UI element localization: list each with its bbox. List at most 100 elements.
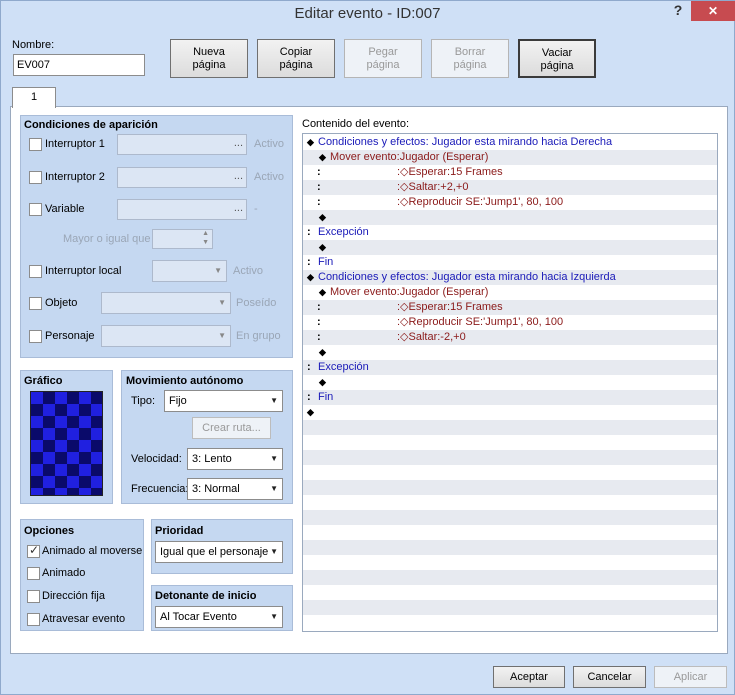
event-command-row[interactable]: : Excepción xyxy=(303,360,717,375)
option-step-anim-checkbox[interactable] xyxy=(27,567,40,580)
event-editor-window: Editar evento - ID:007 ? ✕ Nombre: EV007… xyxy=(0,0,735,695)
event-command-row[interactable] xyxy=(303,570,717,585)
variable-value-spinner[interactable]: ▲ ▼ xyxy=(152,229,213,249)
option-dir-fix-checkbox[interactable] xyxy=(27,590,40,603)
event-command-row[interactable]: : Fin xyxy=(303,390,717,405)
event-command-row[interactable] xyxy=(303,585,717,600)
actor-label: Personaje xyxy=(45,330,95,342)
event-command-row[interactable] xyxy=(303,540,717,555)
switch2-suffix: Activo xyxy=(254,171,284,183)
row-text: Fin xyxy=(318,391,334,403)
row-text: :◇Saltar:+2,+0 xyxy=(397,181,469,193)
event-commands-list[interactable]: ◆ Condiciones y efectos: Jugador esta mir… xyxy=(302,133,718,632)
row-marker: : xyxy=(307,361,311,373)
event-command-row[interactable]: ◆ xyxy=(303,405,717,420)
event-command-row[interactable] xyxy=(303,525,717,540)
trigger-dropdown[interactable]: Al Tocar Evento ▼ xyxy=(155,606,283,628)
row-marker: : xyxy=(317,331,321,343)
chevron-down-icon: ▼ xyxy=(270,396,278,405)
self-switch-checkbox[interactable] xyxy=(29,265,42,278)
actor-dropdown[interactable]: ▼ xyxy=(101,325,231,347)
event-command-row[interactable]: ◆ Condiciones y efectos: Jugador esta mir… xyxy=(303,270,717,285)
event-command-row[interactable] xyxy=(303,510,717,525)
copy-page-label-2: página xyxy=(279,59,313,71)
item-checkbox[interactable] xyxy=(29,297,42,310)
switch2-field[interactable]: ... xyxy=(117,167,247,188)
row-text: :◇Reproducir SE:'Jump1', 80, 100 xyxy=(397,196,564,208)
chevron-down-icon: ▼ xyxy=(270,547,278,556)
apply-button[interactable]: Aplicar xyxy=(654,666,727,688)
event-command-row[interactable]: ::◇Esperar:15 Frames xyxy=(303,300,717,315)
event-command-row[interactable]: ◆ xyxy=(303,210,717,225)
switch2-label: Interruptor 2 xyxy=(45,171,105,183)
event-command-row[interactable]: ::◇Reproducir SE:'Jump1', 80, 100 xyxy=(303,195,717,210)
event-command-row[interactable]: ◆ Mover evento:Jugador (Esperar) xyxy=(303,150,717,165)
move-type-label: Tipo: xyxy=(131,395,156,407)
event-command-row[interactable]: : Fin xyxy=(303,255,717,270)
actor-checkbox[interactable] xyxy=(29,330,42,343)
event-command-row[interactable] xyxy=(303,435,717,450)
event-command-row[interactable]: ::◇Reproducir SE:'Jump1', 80, 100 xyxy=(303,315,717,330)
row-text: Mover evento:Jugador (Esperar) xyxy=(330,286,489,298)
event-command-row[interactable] xyxy=(303,555,717,570)
variable-checkbox[interactable] xyxy=(29,203,42,216)
row-text: :◇Esperar:15 Frames xyxy=(397,301,503,313)
cancel-button[interactable]: Cancelar xyxy=(573,666,646,688)
variable-dots: ... xyxy=(233,202,243,214)
move-type-dropdown[interactable]: Fijo ▼ xyxy=(164,390,283,412)
event-command-row[interactable]: ◆ Mover evento:Jugador (Esperar) xyxy=(303,285,717,300)
frequency-dropdown[interactable]: 3: Normal ▼ xyxy=(187,478,283,500)
event-command-row[interactable] xyxy=(303,450,717,465)
item-dropdown[interactable]: ▼ xyxy=(101,292,231,314)
event-command-row[interactable] xyxy=(303,420,717,435)
option-walk-anim-checkbox[interactable] xyxy=(27,543,40,558)
self-switch-dropdown[interactable]: ▼ xyxy=(152,260,227,282)
speed-dropdown[interactable]: 3: Lento ▼ xyxy=(187,448,283,470)
switch2-checkbox[interactable] xyxy=(29,171,42,184)
delete-page-button[interactable]: Borrar página xyxy=(431,39,509,78)
event-command-row[interactable] xyxy=(303,495,717,510)
spin-down-icon[interactable]: ▼ xyxy=(202,239,209,246)
speed-value: 3: Lento xyxy=(192,453,232,465)
event-command-row[interactable]: ◆ xyxy=(303,240,717,255)
row-marker: ◆ xyxy=(307,137,314,147)
spin-up-icon[interactable]: ▲ xyxy=(202,230,209,237)
tab-page-1[interactable]: 1 xyxy=(12,87,56,108)
copy-page-button[interactable]: Copiar página xyxy=(257,39,335,78)
event-command-row[interactable]: ◆ xyxy=(303,375,717,390)
event-command-row[interactable] xyxy=(303,465,717,480)
chevron-down-icon: ▼ xyxy=(214,266,222,275)
frequency-label: Frecuencia: xyxy=(131,483,189,495)
event-command-row[interactable]: : Excepción xyxy=(303,225,717,240)
priority-dropdown[interactable]: Igual que el personaje ▼ xyxy=(155,541,283,563)
name-field[interactable]: EV007 xyxy=(13,54,145,76)
clear-page-button[interactable]: Vaciar página xyxy=(518,39,596,78)
event-command-row[interactable]: ◆ xyxy=(303,345,717,360)
event-command-row[interactable] xyxy=(303,600,717,615)
copy-page-label-1: Copiar xyxy=(279,46,313,58)
new-page-button[interactable]: Nueva página xyxy=(170,39,248,78)
event-command-row[interactable]: ::◇Saltar:-2,+0 xyxy=(303,330,717,345)
create-route-button[interactable]: Crear ruta... xyxy=(192,417,271,439)
chevron-down-icon: ▼ xyxy=(218,298,226,307)
event-command-row[interactable]: ::◇Saltar:+2,+0 xyxy=(303,180,717,195)
event-command-row[interactable] xyxy=(303,480,717,495)
close-button[interactable]: ✕ xyxy=(691,1,735,21)
variable-field[interactable]: ... xyxy=(117,199,247,220)
autonomous-title: Movimiento autónomo xyxy=(126,375,244,387)
ok-button[interactable]: Aceptar xyxy=(493,666,565,688)
speed-label: Velocidad: xyxy=(131,453,182,465)
chevron-down-icon: ▼ xyxy=(270,484,278,493)
event-command-row[interactable] xyxy=(303,615,717,630)
event-command-row[interactable]: ◆ Condiciones y efectos: Jugador esta mir… xyxy=(303,135,717,150)
help-button[interactable]: ? xyxy=(664,1,692,21)
switch1-field[interactable]: ... xyxy=(117,134,247,155)
event-command-row[interactable]: ::◇Esperar:15 Frames xyxy=(303,165,717,180)
switch1-checkbox[interactable] xyxy=(29,138,42,151)
window-title: Editar evento - ID:007 xyxy=(1,1,734,26)
option-through-checkbox[interactable] xyxy=(27,613,40,626)
paste-page-button[interactable]: Pegar página xyxy=(344,39,422,78)
row-marker: ◆ xyxy=(319,287,326,297)
option-dir-fix-label: Dirección fija xyxy=(42,590,105,602)
graphic-preview[interactable] xyxy=(30,391,103,496)
